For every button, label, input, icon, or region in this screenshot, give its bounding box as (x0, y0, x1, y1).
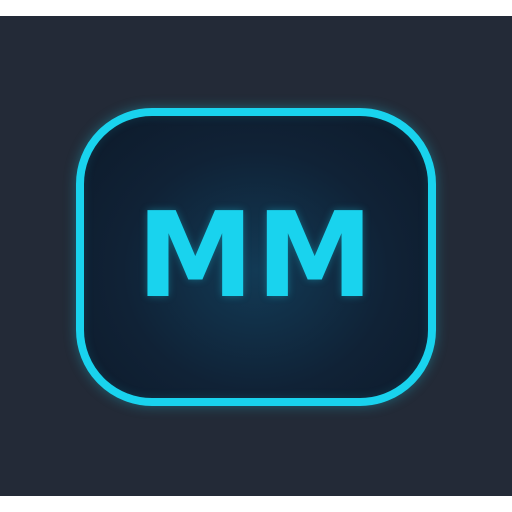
app-icon-canvas: MM (0, 0, 512, 512)
logo-monogram: MM (136, 186, 376, 324)
logo-badge: MM (76, 108, 436, 406)
